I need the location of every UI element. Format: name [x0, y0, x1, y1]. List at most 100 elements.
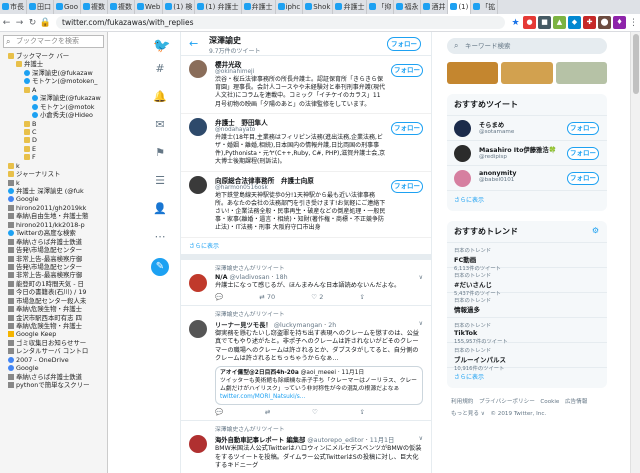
trend-name[interactable]: FC動画 — [454, 254, 600, 264]
trend-name[interactable]: ブルーインパルス — [454, 354, 600, 364]
browser-tab[interactable]: 「抑 — [367, 0, 395, 14]
bookmark-item[interactable]: 奉納\さらば弁護士鉄道 — [0, 238, 107, 246]
tweet-author[interactable]: リーナー見ツモ長！ — [215, 322, 272, 329]
share-action[interactable]: ⇪ — [360, 293, 365, 301]
bookmark-item[interactable]: hirono2011/kk2018-p — [0, 221, 107, 229]
bookmark-item[interactable]: C — [0, 128, 107, 136]
bookmark-item[interactable]: 非常上告-最高検察庁御 — [0, 255, 107, 263]
bookmark-item[interactable]: 奉納\危険生物・弁護士 — [0, 305, 107, 313]
reply-action[interactable]: 💬 — [215, 408, 223, 416]
bookmark-item[interactable]: 2007 - OneDrive — [0, 356, 107, 364]
browser-tab[interactable]: 複数 — [81, 0, 108, 14]
bookmark-item[interactable]: hirono2011/gh2019kk — [0, 204, 107, 212]
chevron-down-icon[interactable]: ∨ — [419, 320, 423, 327]
back-arrow-icon[interactable]: ← — [189, 37, 198, 50]
bookmark-item[interactable]: 金沢市駅西本町有志 四 — [0, 314, 107, 322]
trend-name[interactable]: TikTok — [454, 329, 600, 337]
profile-icon[interactable]: 👤 — [153, 202, 167, 216]
trend-item[interactable]: 日本のトレンド TikTok 155,957件のツイート — [447, 318, 607, 345]
follow-button[interactable]: フォロー — [391, 64, 423, 77]
browser-tab[interactable]: (1) 検 — [163, 0, 196, 14]
bookmark-item[interactable]: k — [0, 179, 107, 187]
follow-button[interactable]: フォロー — [567, 147, 599, 160]
bookmark-item[interactable]: pythonで簡単なスクリー — [0, 381, 107, 389]
user-card[interactable]: 弁護士 野田隼人 @nodahayato 弁護士(18年目,主業務はフィリピン法務(… — [181, 114, 431, 172]
photo-thumb[interactable] — [555, 62, 607, 84]
bookmark-item[interactable]: A — [0, 86, 107, 94]
avatar[interactable] — [189, 273, 207, 292]
browser-tab[interactable]: 弁護士 — [333, 0, 368, 14]
browser-tab[interactable]: 田口 — [27, 0, 54, 14]
follow-button[interactable]: フォロー — [387, 37, 421, 51]
user-name[interactable]: 弁護士 野田隼人 — [215, 117, 386, 127]
search-input[interactable]: キーワード検索 — [447, 38, 607, 54]
user-card[interactable]: 向原総合法律事務所 弁護士向原 @harmon0516osk 地下鉄堂島線天神駅徒歩… — [181, 172, 431, 238]
browser-tab[interactable]: 酒井 — [421, 0, 449, 14]
retweet-action[interactable]: ⇄ — [265, 408, 270, 416]
trend-item[interactable]: 日本のトレンド FC動画 6,113件のツイート — [447, 243, 607, 272]
back-icon[interactable]: ← — [0, 18, 13, 28]
star-icon[interactable]: ★ — [509, 18, 522, 28]
extension-icon[interactable]: ■ — [538, 16, 551, 29]
browser-tab[interactable]: Web — [135, 0, 164, 14]
trend-name[interactable]: 情報過多 — [454, 304, 600, 314]
tweet-time[interactable]: 18h — [276, 274, 288, 281]
bookmark-item[interactable]: 深澤諭史(@fukazaw — [0, 94, 107, 102]
browser-tab[interactable]: Shok — [303, 0, 334, 14]
extension-icon[interactable]: ♦ — [613, 16, 626, 29]
bookmark-item[interactable]: 能登町の1時間天気 - 日 — [0, 280, 107, 288]
browser-tab[interactable]: 福永 — [394, 0, 422, 14]
bookmark-item[interactable]: 告発\市場急配センター — [0, 246, 107, 254]
bookmark-item[interactable]: レンタルサーバ コントロ — [0, 347, 107, 355]
trend-name[interactable]: #だいさんじ — [454, 279, 600, 289]
bookmark-item[interactable]: 奉納\さらば弁護士鉄道 — [0, 373, 107, 381]
tweet-author[interactable]: 海外自動車記事レポート 編集部 — [215, 437, 305, 444]
recommend-show-more[interactable]: さらに表示 — [447, 191, 607, 208]
browser-tab[interactable]: 複数 — [108, 0, 135, 14]
retweet-action[interactable]: ⇄ 70 — [259, 293, 275, 301]
scrollbar[interactable] — [630, 32, 640, 473]
reply-action[interactable]: 💬 — [215, 293, 223, 301]
bookmark-item[interactable]: 弁護士 深澤諭史 (@fuk — [0, 187, 107, 195]
trend-item[interactable]: 日本のトレンド #だいさんじ 5,437件のツイート — [447, 268, 607, 297]
quoted-tweet[interactable]: アオイ傭型@2日目西4h-20a @aoi_meeei · 11月1日 ツイッター… — [215, 366, 423, 406]
footer-line[interactable]: もっと見る ∨ © 2019 Twitter, Inc. — [451, 408, 607, 420]
browser-tab[interactable]: (1) 弁護士 — [195, 0, 242, 14]
browser-tab[interactable]: 市長 — [0, 0, 27, 14]
trend-item[interactable]: 日本のトレンド ブルーインパルス 10,916件のツイート — [447, 343, 607, 372]
bookmark-item[interactable]: 非常上告-最高検察庁御 — [0, 271, 107, 279]
bookmark-item[interactable]: ジャーナリスト — [0, 170, 107, 178]
bookmark-item[interactable]: Twitterの高度な検索 — [0, 229, 107, 237]
avatar[interactable] — [454, 170, 471, 187]
bookmark-item[interactable]: Google Keep — [0, 330, 107, 338]
avatar[interactable] — [189, 175, 207, 194]
follow-button[interactable]: フォロー — [391, 179, 423, 193]
recommend-user[interactable]: Masahiro Ito伊藤雅浩🍀 @redipisp フォロー — [447, 141, 607, 166]
recommend-user[interactable]: anonymity @babel0101 フォロー — [447, 166, 607, 191]
hashtag-icon[interactable]: # — [153, 62, 167, 76]
twitter-logo-icon[interactable]: 🐦 — [153, 39, 170, 53]
user-card[interactable]: 櫻井光政 @okinahimeji 渋谷・桜丘法律事務所の所長弁護士。認証保育所「き… — [181, 56, 431, 114]
reload-icon[interactable]: ↻ — [26, 18, 39, 28]
avatar[interactable] — [454, 145, 471, 162]
show-more-link[interactable]: さらに表示 — [181, 238, 431, 260]
bookmark-item[interactable]: k — [0, 162, 107, 170]
extension-icon[interactable]: ● — [523, 16, 536, 29]
extension-icon[interactable]: ⬤ — [598, 16, 611, 29]
bookmark-item[interactable]: 今日の書籍表(石川) / 19 — [0, 288, 107, 296]
follow-button[interactable]: フォロー — [567, 172, 599, 185]
user-name[interactable]: 櫻井光政 — [215, 59, 386, 69]
avatar[interactable] — [189, 435, 207, 454]
more-icon[interactable]: ⋯ — [153, 230, 167, 244]
bookmark-item[interactable]: 奉納\危険生物・弁護士 — [0, 322, 107, 330]
browser-tab[interactable]: (1) — [448, 0, 472, 14]
tweet-time[interactable]: 11月1日 — [370, 437, 395, 444]
browser-tab[interactable]: iphc — [276, 0, 304, 14]
avatar[interactable] — [454, 120, 471, 137]
bookmark-item[interactable]: B — [0, 120, 107, 128]
bookmark-item[interactable]: 市場急配センター殺人未 — [0, 297, 107, 305]
tweet[interactable]: 深澤諭史さんがリツイート N/A @vladivosan · 18h ∨ 弁護士になっ… — [181, 260, 431, 306]
share-action[interactable]: ⇪ — [360, 408, 365, 416]
bookmark-item[interactable]: 弁護士 — [0, 60, 107, 68]
bookmark-item[interactable]: E — [0, 145, 107, 153]
